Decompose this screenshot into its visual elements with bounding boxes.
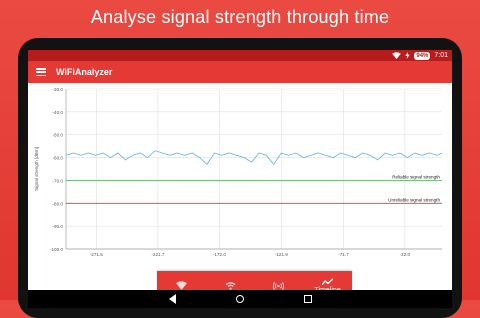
y-tick-label: -70.0 (53, 178, 64, 183)
timeline-icon (322, 278, 334, 286)
back-icon (168, 294, 176, 304)
x-tick-label: -172.0 (213, 252, 226, 257)
battery-level: 94% (414, 51, 431, 60)
y-tick-label: -40.0 (53, 110, 64, 115)
recents-button[interactable] (301, 292, 315, 306)
y-tick-label: -50.0 (53, 133, 64, 138)
screen: 94% 7:01 WiFiAnalyzer -30.0 -40.0 -50.0 -60… (28, 50, 452, 308)
y-tick-label: -60.0 (53, 156, 64, 161)
x-tick-label: -271.5 (90, 252, 103, 257)
threshold-label: Unreliable signal strength (388, 197, 440, 202)
wifi-icon (175, 281, 187, 290)
y-tick-label: -30.0 (53, 87, 64, 92)
status-bar: 94% 7:01 (28, 50, 452, 61)
y-tick-label: -90.0 (53, 224, 64, 229)
y-tick-label: -100.0 (50, 247, 63, 252)
android-navigation-bar (28, 290, 452, 308)
wifi-status-icon (392, 52, 402, 59)
status-time: 7:01 (434, 52, 448, 59)
app-bar: WiFiAnalyzer (28, 61, 452, 83)
recents-icon (304, 295, 312, 303)
promo-headline: Analyse signal strength through time (90, 6, 390, 27)
threshold-label: Reliable signal strength (392, 174, 440, 179)
tablet-frame: 94% 7:01 WiFiAnalyzer -30.0 -40.0 -50.0 -60… (18, 38, 462, 318)
y-tick-label: -80.0 (53, 201, 64, 206)
x-tick-label: -22.0 (400, 252, 411, 257)
x-tick-label: -71.7 (338, 252, 349, 257)
charging-icon (405, 52, 411, 59)
wifi-outline-icon (225, 282, 236, 290)
access-point-icon (273, 281, 285, 290)
y-axis-title: Signal strength [dBm] (34, 147, 39, 191)
app-title: WiFiAnalyzer (56, 67, 113, 77)
x-tick-label: -221.7 (151, 252, 164, 257)
hamburger-menu-icon[interactable] (36, 68, 46, 76)
back-button[interactable] (165, 292, 179, 306)
home-icon (236, 295, 244, 303)
home-button[interactable] (233, 292, 247, 306)
x-tick-label: -121.9 (275, 252, 288, 257)
signal-timeline-chart: -30.0 -40.0 -50.0 -60.0 -70.0 -80.0 -90.0 -100.… (34, 87, 443, 257)
